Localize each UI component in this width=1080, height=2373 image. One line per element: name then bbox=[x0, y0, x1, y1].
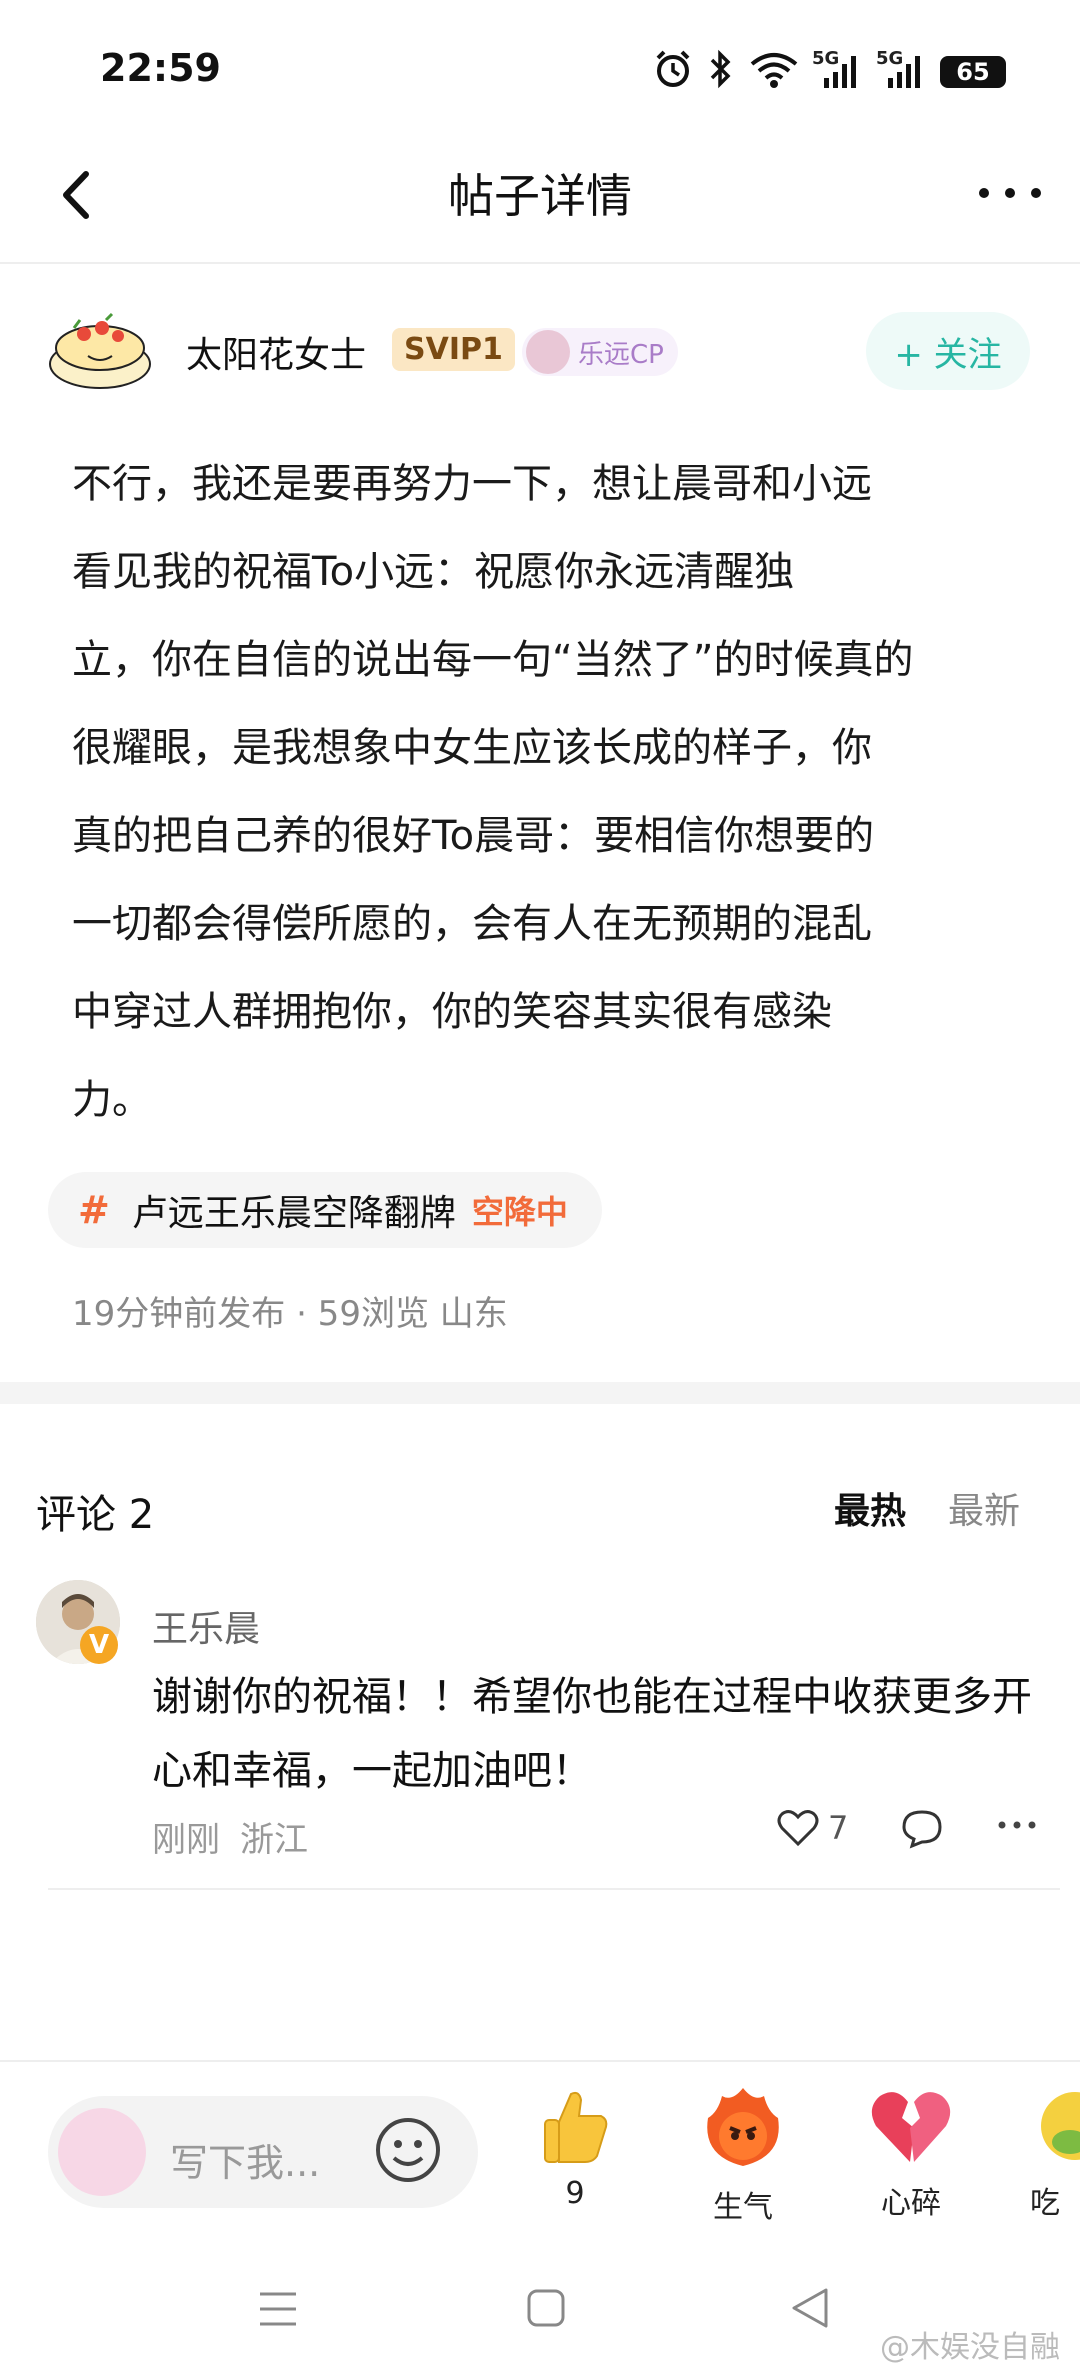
cp-label: 乐远CP bbox=[578, 339, 664, 370]
comment-text: 谢谢你的祝福！！希望你也能在过程中收获更多开心和幸福，一起加油吧！ bbox=[152, 1674, 1032, 1794]
topic-status: 空降中 bbox=[471, 1193, 568, 1231]
alarm-icon bbox=[656, 50, 690, 87]
comments-title: 评论 2 bbox=[36, 1492, 155, 1538]
comment-divider bbox=[48, 1888, 1060, 1890]
verified-badge: V bbox=[80, 1626, 118, 1664]
watermark: @木娱没自融 bbox=[880, 2330, 1060, 2365]
reaction-label-eat: 吃 bbox=[1030, 2186, 1060, 2221]
reaction-heartbreak[interactable]: 心碎 bbox=[856, 2082, 966, 2222]
reaction-eat[interactable]: 吃 bbox=[1030, 2082, 1080, 2222]
emoji-icon[interactable] bbox=[372, 2114, 444, 2186]
author-name[interactable]: 太阳花女士 bbox=[186, 326, 366, 378]
sort-hot-tab[interactable]: 最热 bbox=[834, 1482, 906, 1534]
nav-menu-icon[interactable] bbox=[258, 2290, 298, 2328]
reaction-label-angry: 生气 bbox=[713, 2190, 773, 2225]
broken-heart-icon bbox=[871, 2092, 951, 2162]
reaction-angry[interactable]: 生气 bbox=[688, 2082, 798, 2226]
nav-back-icon[interactable] bbox=[790, 2286, 830, 2330]
author-avatar[interactable] bbox=[44, 304, 156, 394]
my-avatar bbox=[58, 2108, 146, 2196]
heart-icon bbox=[777, 1810, 819, 1847]
header-divider bbox=[0, 262, 1080, 264]
comment-input-placeholder[interactable]: 写下我... bbox=[170, 2132, 320, 2187]
battery-icon: 65 bbox=[940, 56, 1006, 88]
signal-icon bbox=[824, 56, 856, 88]
nav-home-icon[interactable] bbox=[526, 2288, 566, 2328]
angry-fire-icon bbox=[707, 2088, 779, 2166]
post-body: 不行，我还是要再努力一下，想让晨哥和小远 看见￼￼我的祝福To小远：祝愿你永远清… bbox=[72, 461, 914, 1123]
battery-level: 65 bbox=[956, 58, 990, 86]
bottom-bar-divider bbox=[0, 2060, 1080, 2062]
reaction-label-heartbreak: 心碎 bbox=[881, 2186, 941, 2221]
thumbs-up-icon bbox=[544, 2091, 608, 2163]
section-divider bbox=[0, 1382, 1080, 1404]
cp-badge[interactable]: 乐远CP bbox=[522, 328, 678, 376]
post-meta: 19分钟前发布 · 59浏览 山东 bbox=[72, 1294, 508, 1334]
bluetooth-icon bbox=[710, 49, 731, 89]
hashtag-icon: # bbox=[78, 1188, 110, 1232]
eating-icon bbox=[1041, 2092, 1080, 2160]
comment-like-button[interactable]: 7 bbox=[776, 1808, 848, 1848]
status-time: 22:59 bbox=[100, 46, 221, 90]
topic-tag[interactable]: # 卢远王乐晨空降翻牌 空降中 bbox=[48, 1172, 602, 1248]
like-count: 7 bbox=[828, 1809, 849, 1847]
more-options-button[interactable] bbox=[970, 168, 1050, 218]
commenter-name[interactable]: 王乐晨 bbox=[152, 1600, 260, 1652]
comment-more-icon[interactable] bbox=[996, 1818, 1038, 1832]
follow-button[interactable]: + 关注 bbox=[866, 312, 1030, 390]
wifi-icon bbox=[750, 53, 798, 88]
page-title: 帖子详情 bbox=[448, 169, 632, 223]
comment-time: 刚刚 bbox=[152, 1820, 220, 1860]
signal-icon-2 bbox=[888, 56, 920, 88]
comment-reply-icon[interactable] bbox=[900, 1808, 944, 1850]
cp-avatar bbox=[526, 330, 570, 374]
sort-new-tab[interactable]: 最新 bbox=[948, 1482, 1020, 1534]
reaction-count: 9 bbox=[565, 2176, 585, 2211]
topic-name: 卢远王乐晨空降翻牌 bbox=[131, 1193, 456, 1234]
comment-region: 浙江 bbox=[240, 1820, 308, 1860]
svip-badge: SVIP1 bbox=[392, 328, 515, 371]
reaction-thumbs-up[interactable]: 9 bbox=[520, 2082, 630, 2211]
